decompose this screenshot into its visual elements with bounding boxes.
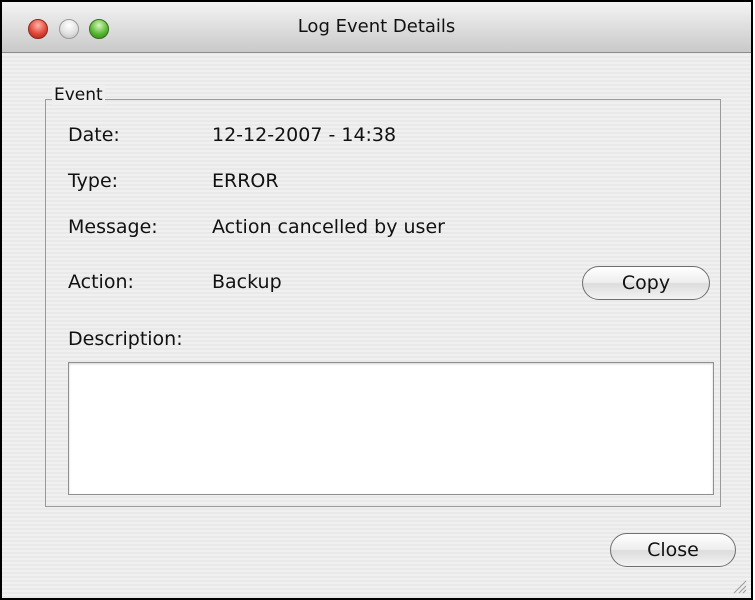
action-value: Backup: [212, 271, 282, 293]
log-event-details-window: Log Event Details Event Date: 12-12-2007…: [0, 0, 753, 600]
copy-button[interactable]: Copy: [582, 266, 710, 300]
window-title: Log Event Details: [297, 16, 456, 37]
date-label: Date:: [68, 124, 120, 146]
date-value: 12-12-2007 - 14:38: [212, 124, 397, 146]
message-value: Action cancelled by user: [212, 216, 445, 238]
description-field[interactable]: [68, 362, 714, 495]
action-label: Action:: [68, 271, 134, 293]
message-label: Message:: [68, 216, 158, 238]
title-bar[interactable]: Log Event Details: [2, 2, 751, 53]
event-group-label: Event: [52, 85, 105, 105]
close-button[interactable]: Close: [610, 533, 736, 567]
type-value: ERROR: [212, 170, 279, 192]
description-label: Description:: [68, 328, 183, 350]
type-label: Type:: [68, 170, 119, 192]
